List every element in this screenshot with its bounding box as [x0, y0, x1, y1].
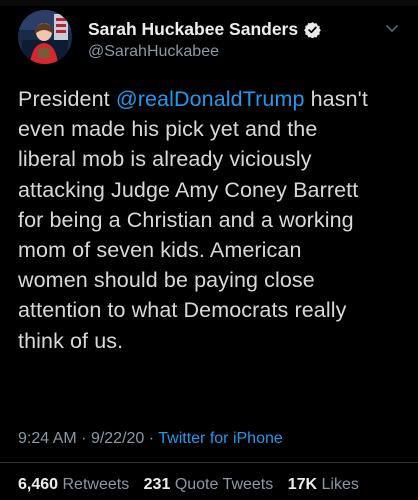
- tweet-line: for being a Christian and a working: [18, 207, 354, 232]
- tweet-line: women should be paying close: [18, 268, 315, 293]
- tweet-meta: 9:24 AM · 9/22/20 · Twitter for iPhone: [18, 430, 283, 448]
- tweet-line: think of us.: [18, 328, 124, 353]
- tweet-text: President @realDonaldTrump hasn't even m…: [18, 84, 402, 356]
- likes-stat[interactable]: 17K Likes: [288, 476, 359, 493]
- tweet-date[interactable]: 9/22/20: [91, 430, 144, 447]
- meta-separator: ·: [148, 430, 155, 447]
- retweets-label: Retweets: [62, 476, 130, 493]
- tweet-text-segment: President: [18, 87, 116, 111]
- meta-separator: ·: [81, 430, 87, 447]
- quote-tweets-stat[interactable]: 231 Quote Tweets: [144, 476, 274, 493]
- tweet-line: attention to what Democrats really: [18, 298, 347, 323]
- tweet-line: liberal mob is already viciously: [18, 147, 312, 172]
- tweet-source-link[interactable]: Twitter for iPhone: [158, 430, 283, 447]
- tweet-line: attacking Judge Amy Coney Barrett: [18, 177, 359, 202]
- retweets-stat[interactable]: 6,460 Retweets: [18, 476, 129, 493]
- likes-label: Likes: [321, 476, 359, 493]
- top-edge: [0, 0, 418, 6]
- mention-link[interactable]: @realDonaldTrump: [116, 87, 305, 111]
- avatar[interactable]: [18, 10, 72, 64]
- author-handle[interactable]: @SarahHuckabee: [88, 43, 219, 61]
- tweet-header: Sarah Huckabee Sanders @SarahHuckabee: [18, 10, 400, 66]
- tweet-time[interactable]: 9:24 AM: [18, 430, 77, 447]
- tweet-text-segment: hasn't: [304, 87, 368, 111]
- tweet-line: President @realDonaldTrump hasn't: [18, 84, 402, 114]
- quote-tweets-label: Quote Tweets: [174, 476, 274, 493]
- author-display-name[interactable]: Sarah Huckabee Sanders: [88, 19, 298, 40]
- engagement-stats: 6,460 Retweets 231 Quote Tweets 17K Like…: [18, 476, 359, 494]
- tweet-line: mom of seven kids. American: [18, 238, 302, 263]
- tweet-line: even made his pick yet and the: [18, 117, 318, 142]
- quote-tweets-count: 231: [143, 476, 171, 493]
- author-name-row[interactable]: Sarah Huckabee Sanders: [88, 18, 322, 40]
- verified-badge-icon: [304, 21, 322, 38]
- chevron-down-icon[interactable]: [384, 20, 400, 36]
- profile-photo: [18, 10, 72, 64]
- retweets-count: 6,460: [18, 476, 59, 493]
- divider: [0, 462, 418, 463]
- likes-count: 17K: [287, 476, 318, 493]
